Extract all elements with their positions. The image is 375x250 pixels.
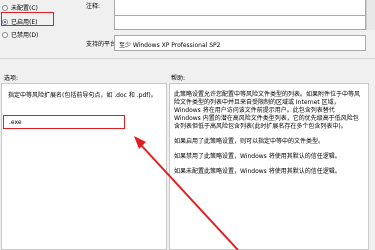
help-paragraph: 如果启用了此策略设置，则可以指定中等中的文件类型。 [174, 138, 325, 145]
help-pane: 此策略设置允许您配置中等风险文件类型的列表。如果附件位于中等风险文件类型的列表中… [169, 83, 369, 250]
help-paragraph: 如果未配置此策略设置，Windows 将使用其默认的信任逻辑。 [174, 168, 341, 175]
radio-disabled[interactable]: 已禁用(D) [2, 30, 38, 39]
annotation-highlight-enabled [1, 12, 54, 26]
help-text: 此策略设置允许您配置中等风险文件类型的列表。如果附件位于中等风险文件类型的列表中… [174, 91, 362, 183]
annotation-highlight-input [3, 115, 125, 129]
options-label: 选项: [4, 75, 19, 82]
radio-not-configured[interactable]: 未配置(C) [2, 3, 38, 12]
help-paragraph: 如果禁用了此策略设置，Windows 将使用其默认的信任逻辑。 [174, 153, 341, 160]
supported-field: 至少 Windows XP Professional SP2 [114, 35, 366, 51]
options-instruction: 指定中等风险扩展名(包括前导句点，如 .doc 和 .pdf)。 [8, 92, 157, 99]
help-paragraph: 此策略设置允许您配置中等风险文件类型的列表。如果附件位于中等风险文件类型的列表中… [174, 91, 361, 130]
help-label: 帮助: [171, 75, 186, 82]
radio-circle[interactable] [2, 4, 8, 11]
comment-field[interactable] [114, 0, 366, 16]
radio-label-disabled: 已禁用(D) [11, 32, 39, 39]
comment-field-lower[interactable] [114, 16, 366, 30]
supported-value: 至少 Windows XP Professional SP2 [119, 42, 221, 49]
radio-circle[interactable] [2, 31, 8, 38]
separator [0, 58, 375, 59]
comment-label: 注释: [86, 3, 101, 10]
options-pane: 指定中等风险扩展名(包括前导句点，如 .doc 和 .pdf)。 .exe [1, 83, 167, 250]
radio-label-not-configured: 未配置(C) [11, 5, 38, 12]
scrollbar[interactable] [366, 0, 375, 30]
